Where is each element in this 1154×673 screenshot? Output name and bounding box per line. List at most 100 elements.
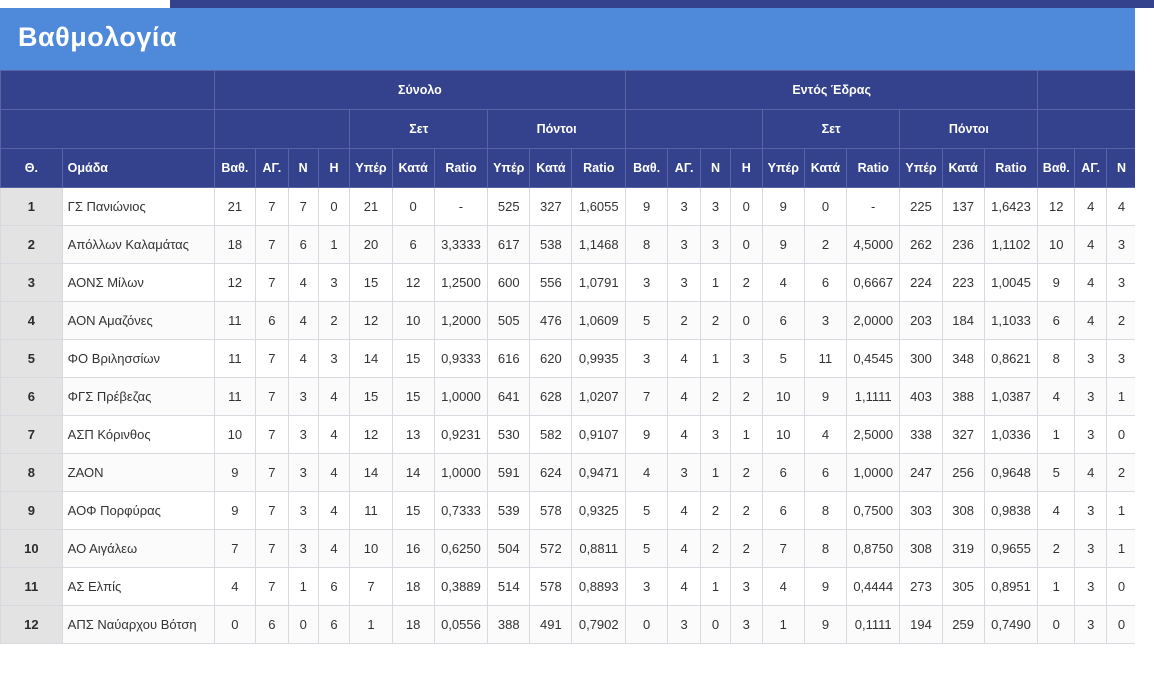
total-stat-cell: 538 xyxy=(529,225,573,264)
home-stat-cell: 1 xyxy=(700,453,731,492)
col-header-total-points-against[interactable]: Κατά xyxy=(529,148,573,188)
away-stat-cell: 4 xyxy=(1074,263,1108,302)
col-header-away-wins[interactable]: Ν xyxy=(1106,148,1135,188)
team-name-cell: ΦΓΣ Πρέβεζας xyxy=(61,377,215,416)
home-stat-cell: 3 xyxy=(667,453,702,492)
col-header-total-sets-for[interactable]: Υπέρ xyxy=(349,148,393,188)
col-header-total-points-for[interactable]: Υπέρ xyxy=(487,148,531,188)
col-header-total-games[interactable]: ΑΓ. xyxy=(254,148,289,188)
total-stat-cell: 572 xyxy=(529,529,573,568)
home-stat-cell: 3 xyxy=(729,605,763,644)
home-stat-cell: 1,0336 xyxy=(983,415,1039,454)
col-header-away-points[interactable]: Βαθ. xyxy=(1037,148,1076,188)
col-header-total-sets-against[interactable]: Κατά xyxy=(391,148,435,188)
total-stat-cell: 7 xyxy=(254,377,289,416)
total-stat-cell: 7 xyxy=(287,187,319,226)
total-stat-cell: 18 xyxy=(391,605,435,644)
total-stat-cell: 14 xyxy=(349,339,393,378)
col-header-home-points-against[interactable]: Κατά xyxy=(941,148,985,188)
total-stat-cell: 0 xyxy=(287,605,319,644)
col-header-home-wins[interactable]: Ν xyxy=(700,148,731,188)
col-header-total-wins[interactable]: Ν xyxy=(287,148,319,188)
header-empty xyxy=(1037,109,1135,149)
col-header-home-points-ratio[interactable]: Ratio xyxy=(983,148,1039,188)
position-cell: 12 xyxy=(0,605,63,644)
total-stat-cell: 18 xyxy=(213,225,256,264)
home-stat-cell: 1 xyxy=(729,415,763,454)
home-stat-cell: 308 xyxy=(941,491,985,530)
total-stat-cell: 3 xyxy=(287,491,319,530)
home-stat-cell: 256 xyxy=(941,453,985,492)
home-stat-cell: 1,1102 xyxy=(983,225,1039,264)
total-stat-cell: 582 xyxy=(529,415,573,454)
home-stat-cell: 9 xyxy=(625,187,669,226)
team-name-cell: ΓΣ Πανιώνιος xyxy=(61,187,215,226)
total-stat-cell: 4 xyxy=(287,301,319,340)
col-header-home-sets-against[interactable]: Κατά xyxy=(803,148,848,188)
home-stat-cell: 9 xyxy=(761,225,805,264)
col-header-home-losses[interactable]: Η xyxy=(729,148,763,188)
col-header-home-sets-for[interactable]: Υπέρ xyxy=(761,148,805,188)
col-header-total-losses[interactable]: Η xyxy=(317,148,351,188)
home-stat-cell: 6 xyxy=(803,453,848,492)
total-stat-cell: 12 xyxy=(349,415,393,454)
away-stat-cell: 1 xyxy=(1037,567,1076,606)
col-header-team[interactable]: Ομάδα xyxy=(61,148,215,188)
home-stat-cell: 259 xyxy=(941,605,985,644)
home-stat-cell: 8 xyxy=(625,225,669,264)
top-accent-divider xyxy=(168,0,170,8)
home-stat-cell: 3 xyxy=(625,567,669,606)
standings-table-container[interactable]: Σύνολο Εντός Έδρας Σετ Πόντοι Σετ Πόντοι… xyxy=(0,70,1135,648)
col-header-away-games[interactable]: ΑΓ. xyxy=(1074,148,1108,188)
total-stat-cell: 6 xyxy=(391,225,435,264)
col-header-home-games[interactable]: ΑΓ. xyxy=(667,148,702,188)
total-stat-cell: 525 xyxy=(487,187,531,226)
position-cell: 9 xyxy=(0,491,63,530)
home-stat-cell: 2 xyxy=(700,491,731,530)
total-stat-cell: 11 xyxy=(213,339,256,378)
total-stat-cell: 505 xyxy=(487,301,531,340)
total-stat-cell: 4 xyxy=(317,377,351,416)
total-stat-cell: 6 xyxy=(254,301,289,340)
header-points-total: Πόντοι xyxy=(487,109,627,149)
home-stat-cell: 5 xyxy=(625,301,669,340)
away-stat-cell: 3 xyxy=(1074,605,1108,644)
total-stat-cell: 1 xyxy=(317,225,351,264)
home-stat-cell: 1 xyxy=(700,567,731,606)
total-stat-cell: 1,0000 xyxy=(433,377,489,416)
col-header-total-points-ratio[interactable]: Ratio xyxy=(571,148,627,188)
total-stat-cell: 0,8811 xyxy=(571,529,627,568)
header-group-home: Εντός Έδρας xyxy=(625,70,1039,110)
away-stat-cell: 3 xyxy=(1106,263,1135,302)
total-stat-cell: 600 xyxy=(487,263,531,302)
page-header: Βαθμολογία xyxy=(0,8,1135,70)
total-stat-cell: 0,7333 xyxy=(433,491,489,530)
col-header-total-sets-ratio[interactable]: Ratio xyxy=(433,148,489,188)
table-body: 1 ΓΣ Πανιώνιος 21 7 7 0 21 0-525 327 1,6055 9 3 3 0 9 0… xyxy=(0,187,1135,644)
total-stat-cell: 12 xyxy=(213,263,256,302)
col-header-position[interactable]: Θ. xyxy=(0,148,63,188)
home-stat-cell: 6 xyxy=(761,453,805,492)
total-stat-cell: 0,9107 xyxy=(571,415,627,454)
header-points-home: Πόντοι xyxy=(899,109,1039,149)
total-stat-cell: 11 xyxy=(213,377,256,416)
home-stat-cell: 2 xyxy=(729,453,763,492)
home-stat-cell: 2 xyxy=(700,377,731,416)
away-stat-cell: 9 xyxy=(1037,263,1076,302)
home-stat-cell: 5 xyxy=(625,529,669,568)
col-header-home-sets-ratio[interactable]: Ratio xyxy=(845,148,901,188)
total-stat-cell: 16 xyxy=(391,529,435,568)
col-header-total-points[interactable]: Βαθ. xyxy=(213,148,256,188)
total-stat-cell: 539 xyxy=(487,491,531,530)
total-stat-cell: 7 xyxy=(213,529,256,568)
home-stat-cell: 0,9648 xyxy=(983,453,1039,492)
home-stat-cell: 3 xyxy=(625,263,669,302)
home-stat-cell: 3 xyxy=(700,415,731,454)
col-header-home-points-for[interactable]: Υπέρ xyxy=(899,148,943,188)
total-stat-cell: 1,0000 xyxy=(433,453,489,492)
position-cell: 10 xyxy=(0,529,63,568)
home-stat-cell: 0 xyxy=(729,187,763,226)
col-header-home-points[interactable]: Βαθ. xyxy=(625,148,669,188)
home-stat-cell: 3 xyxy=(667,263,702,302)
total-stat-cell: 0,8893 xyxy=(571,567,627,606)
